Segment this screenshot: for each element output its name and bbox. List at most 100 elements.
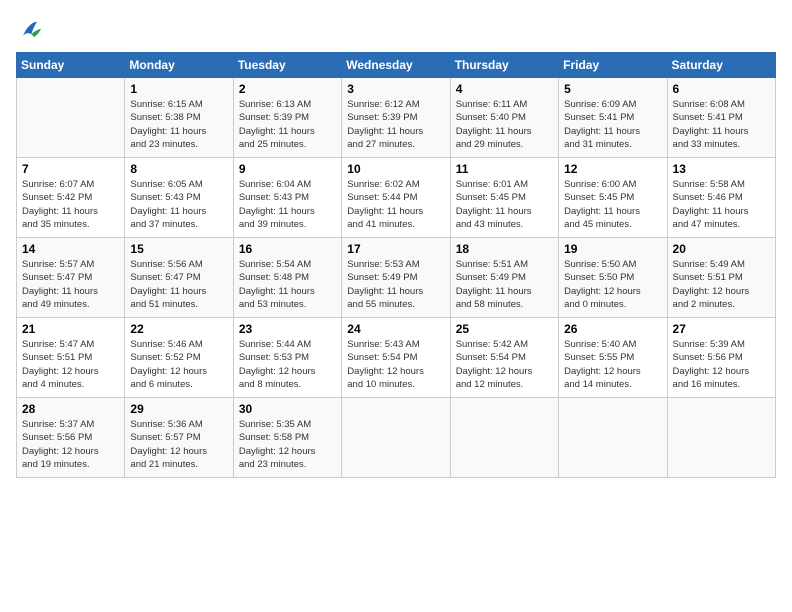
daylight-minutes-text: and 23 minutes. <box>239 459 307 470</box>
sunset-text: Sunset: 5:47 PM <box>130 272 200 283</box>
week-row-3: 14Sunrise: 5:57 AMSunset: 5:47 PMDayligh… <box>17 238 776 318</box>
day-number: 9 <box>239 162 336 176</box>
daylight-hours-text: Daylight: 11 hours <box>456 206 532 217</box>
day-info: Sunrise: 5:57 AMSunset: 5:47 PMDaylight:… <box>22 258 119 311</box>
day-number: 7 <box>22 162 119 176</box>
day-info: Sunrise: 5:54 AMSunset: 5:48 PMDaylight:… <box>239 258 336 311</box>
day-number: 29 <box>130 402 227 416</box>
calendar-cell: 14 Sunrise: 5:57 AMSunset: 5:47 PMDayligh… <box>17 238 125 318</box>
calendar-cell: 25 Sunrise: 5:42 AMSunset: 5:54 PMDayligh… <box>450 318 558 398</box>
sunset-text: Sunset: 5:42 PM <box>22 192 92 203</box>
header-friday: Friday <box>559 53 667 78</box>
sunset-text: Sunset: 5:56 PM <box>22 432 92 443</box>
sunrise-text: Sunrise: 5:39 AM <box>673 339 745 350</box>
calendar-cell: 27Sunrise: 5:39 AMSunset: 5:56 PMDayligh… <box>667 318 775 398</box>
calendar-cell: 22Sunrise: 5:46 AMSunset: 5:52 PMDayligh… <box>125 318 233 398</box>
sunset-text: Sunset: 5:51 PM <box>673 272 743 283</box>
sunset-text: Sunset: 5:55 PM <box>564 352 634 363</box>
sunset-text: Sunset: 5:44 PM <box>347 192 417 203</box>
sunset-text: Sunset: 5:49 PM <box>347 272 417 283</box>
daylight-minutes-text: and 27 minutes. <box>347 139 415 150</box>
calendar-cell: 3Sunrise: 6:12 AMSunset: 5:39 PMDaylight… <box>342 78 450 158</box>
daylight-minutes-text: and 53 minutes. <box>239 299 307 310</box>
daylight-hours-text: Daylight: 11 hours <box>673 206 749 217</box>
sunset-text: Sunset: 5:46 PM <box>673 192 743 203</box>
calendar-cell: 21Sunrise: 5:47 AMSunset: 5:51 PMDayligh… <box>17 318 125 398</box>
calendar-cell: 12Sunrise: 6:00 AMSunset: 5:45 PMDayligh… <box>559 158 667 238</box>
day-info: Sunrise: 6:04 AMSunset: 5:43 PMDaylight:… <box>239 178 336 231</box>
day-number: 26 <box>564 322 661 336</box>
daylight-hours-text: Daylight: 12 hours <box>239 366 316 377</box>
day-number: 12 <box>564 162 661 176</box>
calendar-cell: 2Sunrise: 6:13 AMSunset: 5:39 PMDaylight… <box>233 78 341 158</box>
daylight-hours-text: Daylight: 11 hours <box>130 206 206 217</box>
daylight-hours-text: Daylight: 11 hours <box>239 126 315 137</box>
day-number: 20 <box>673 242 770 256</box>
day-info: Sunrise: 5:50 AMSunset: 5:50 PMDaylight:… <box>564 258 661 311</box>
header-monday: Monday <box>125 53 233 78</box>
daylight-minutes-text: and 2 minutes. <box>673 299 735 310</box>
header-saturday: Saturday <box>667 53 775 78</box>
daylight-minutes-text: and 39 minutes. <box>239 219 307 230</box>
day-number: 24 <box>347 322 444 336</box>
sunset-text: Sunset: 5:41 PM <box>673 112 743 123</box>
day-info: Sunrise: 5:49 AMSunset: 5:51 PMDaylight:… <box>673 258 770 311</box>
sunset-text: Sunset: 5:41 PM <box>564 112 634 123</box>
day-number: 18 <box>456 242 553 256</box>
day-number: 3 <box>347 82 444 96</box>
day-number: 14 <box>22 242 119 256</box>
sunrise-text: Sunrise: 5:50 AM <box>564 259 636 270</box>
sunrise-text: Sunrise: 5:42 AM <box>456 339 528 350</box>
sunset-text: Sunset: 5:52 PM <box>130 352 200 363</box>
daylight-minutes-text: and 25 minutes. <box>239 139 307 150</box>
daylight-minutes-text: and 4 minutes. <box>22 379 84 390</box>
day-info: Sunrise: 5:44 AMSunset: 5:53 PMDaylight:… <box>239 338 336 391</box>
day-info: Sunrise: 5:46 AMSunset: 5:52 PMDaylight:… <box>130 338 227 391</box>
sunrise-text: Sunrise: 5:47 AM <box>22 339 94 350</box>
daylight-minutes-text: and 23 minutes. <box>130 139 198 150</box>
day-info: Sunrise: 5:58 AMSunset: 5:46 PMDaylight:… <box>673 178 770 231</box>
day-number: 25 <box>456 322 553 336</box>
calendar-cell <box>342 398 450 478</box>
daylight-hours-text: Daylight: 11 hours <box>347 126 423 137</box>
sunset-text: Sunset: 5:48 PM <box>239 272 309 283</box>
calendar-cell <box>559 398 667 478</box>
calendar-cell <box>667 398 775 478</box>
daylight-hours-text: Daylight: 11 hours <box>456 126 532 137</box>
calendar-cell: 7Sunrise: 6:07 AMSunset: 5:42 PMDaylight… <box>17 158 125 238</box>
sunrise-text: Sunrise: 5:37 AM <box>22 419 94 430</box>
week-row-4: 21Sunrise: 5:47 AMSunset: 5:51 PMDayligh… <box>17 318 776 398</box>
day-number: 17 <box>347 242 444 256</box>
sunrise-text: Sunrise: 5:35 AM <box>239 419 311 430</box>
calendar-cell: 10Sunrise: 6:02 AMSunset: 5:44 PMDayligh… <box>342 158 450 238</box>
sunrise-text: Sunrise: 5:56 AM <box>130 259 202 270</box>
day-info: Sunrise: 5:37 AMSunset: 5:56 PMDaylight:… <box>22 418 119 471</box>
day-info: Sunrise: 5:42 AMSunset: 5:54 PMDaylight:… <box>456 338 553 391</box>
daylight-minutes-text: and 19 minutes. <box>22 459 90 470</box>
header-row: SundayMondayTuesdayWednesdayThursdayFrid… <box>17 53 776 78</box>
daylight-hours-text: Daylight: 11 hours <box>22 286 98 297</box>
day-number: 10 <box>347 162 444 176</box>
day-info: Sunrise: 6:08 AMSunset: 5:41 PMDaylight:… <box>673 98 770 151</box>
day-number: 2 <box>239 82 336 96</box>
sunrise-text: Sunrise: 5:44 AM <box>239 339 311 350</box>
day-info: Sunrise: 5:40 AMSunset: 5:55 PMDaylight:… <box>564 338 661 391</box>
sunrise-text: Sunrise: 6:00 AM <box>564 179 636 190</box>
calendar-cell: 19Sunrise: 5:50 AMSunset: 5:50 PMDayligh… <box>559 238 667 318</box>
logo-icon <box>16 16 44 44</box>
calendar-cell: 15Sunrise: 5:56 AMSunset: 5:47 PMDayligh… <box>125 238 233 318</box>
sunrise-text: Sunrise: 5:57 AM <box>22 259 94 270</box>
daylight-minutes-text: and 33 minutes. <box>673 139 741 150</box>
day-number: 11 <box>456 162 553 176</box>
daylight-hours-text: Daylight: 11 hours <box>130 126 206 137</box>
daylight-hours-text: Daylight: 12 hours <box>347 366 424 377</box>
day-number: 23 <box>239 322 336 336</box>
daylight-minutes-text: and 45 minutes. <box>564 219 632 230</box>
day-number: 8 <box>130 162 227 176</box>
sunrise-text: Sunrise: 5:46 AM <box>130 339 202 350</box>
sunrise-text: Sunrise: 6:04 AM <box>239 179 311 190</box>
day-info: Sunrise: 6:11 AMSunset: 5:40 PMDaylight:… <box>456 98 553 151</box>
daylight-hours-text: Daylight: 11 hours <box>239 206 315 217</box>
daylight-hours-text: Daylight: 11 hours <box>130 286 206 297</box>
sunset-text: Sunset: 5:54 PM <box>347 352 417 363</box>
